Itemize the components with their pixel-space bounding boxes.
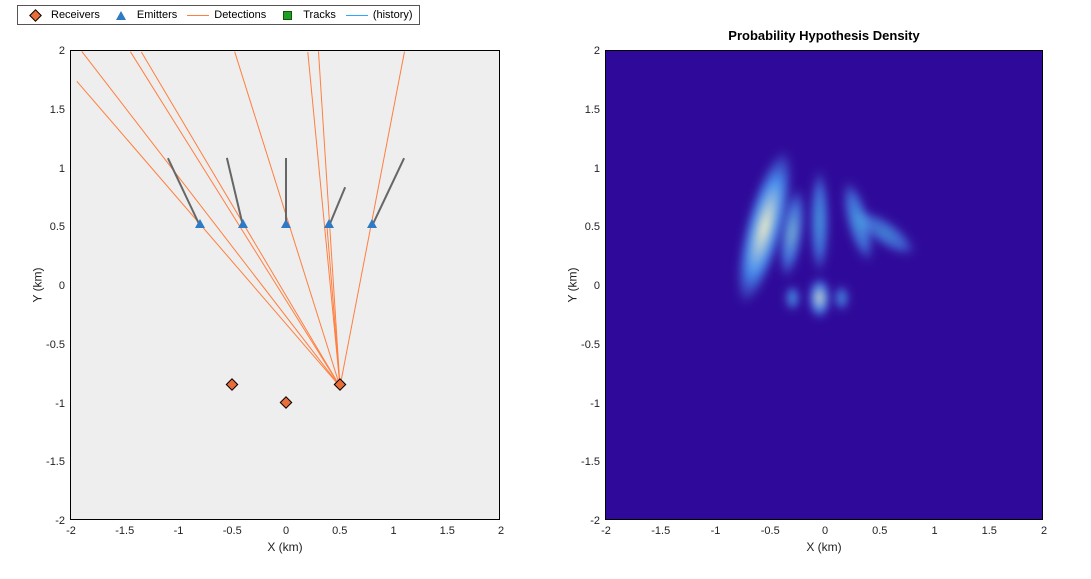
y-tick: 1.5	[585, 104, 600, 116]
x-tick: 1	[931, 525, 937, 537]
receiver-marker	[282, 398, 291, 410]
legend-item-history: (history)	[346, 8, 413, 22]
y-tick: -1	[590, 398, 600, 410]
scene-plot-area	[71, 51, 499, 519]
y-tick: 1.5	[50, 104, 65, 116]
y-tick: -2	[55, 515, 65, 527]
x-tick: 0.5	[332, 525, 347, 537]
y-tick: -0.5	[581, 339, 600, 351]
detection-ray	[81, 51, 340, 386]
figure: Receivers Emitters Detections Tracks (hi…	[0, 0, 1091, 579]
legend: Receivers Emitters Detections Tracks (hi…	[17, 5, 420, 25]
y-axis-label: Y (km)	[566, 267, 580, 302]
x-axis-label: X (km)	[605, 540, 1043, 554]
y-tick: 1	[59, 163, 65, 175]
velocity-stick	[226, 158, 244, 227]
x-tick: 1.5	[440, 525, 455, 537]
x-tick: 0	[283, 525, 289, 537]
emitter-marker	[281, 219, 291, 231]
x-tick: -0.5	[761, 525, 780, 537]
phd-title: Probability Hypothesis Density	[605, 28, 1043, 43]
y-tick: 0.5	[585, 221, 600, 233]
phd-peak	[782, 281, 803, 315]
line-icon	[187, 8, 209, 22]
detection-ray	[76, 81, 340, 387]
y-tick: -2	[590, 515, 600, 527]
line-icon	[346, 8, 368, 22]
y-tick: -1.5	[581, 456, 600, 468]
x-tick: -1.5	[115, 525, 134, 537]
x-tick: -1	[174, 525, 184, 537]
x-tick: -1	[711, 525, 721, 537]
x-tick: -2	[66, 525, 76, 537]
receiver-marker	[228, 380, 237, 392]
detection-ray	[130, 51, 340, 386]
y-tick: -1	[55, 398, 65, 410]
y-tick: 1	[594, 163, 600, 175]
legend-label: Emitters	[137, 9, 177, 21]
diamond-icon	[24, 8, 46, 22]
legend-item-tracks: Tracks	[276, 8, 336, 22]
x-axis-label: X (km)	[70, 540, 500, 554]
x-tick: 2	[498, 525, 504, 537]
x-tick: 1.5	[982, 525, 997, 537]
y-axis-label: Y (km)	[31, 267, 45, 302]
phd-axes[interactable]: -2-1.5-1-0.500.511.52-2-1.5-1-0.500.511.…	[605, 50, 1043, 520]
legend-label: (history)	[373, 9, 413, 21]
square-icon	[276, 8, 298, 22]
legend-label: Detections	[214, 9, 266, 21]
phd-peak	[831, 281, 852, 315]
y-tick: -1.5	[46, 456, 65, 468]
x-tick: 1	[390, 525, 396, 537]
legend-item-detections: Detections	[187, 8, 266, 22]
y-tick: 0.5	[50, 221, 65, 233]
y-tick: 2	[594, 45, 600, 57]
x-tick: -0.5	[223, 525, 242, 537]
x-tick: -2	[601, 525, 611, 537]
legend-label: Tracks	[303, 9, 336, 21]
y-tick: 0	[594, 280, 600, 292]
emitter-marker	[367, 219, 377, 231]
receiver-marker	[335, 380, 344, 392]
legend-label: Receivers	[51, 9, 100, 21]
x-tick: 0	[822, 525, 828, 537]
emitter-marker	[324, 219, 334, 231]
emitter-marker	[238, 219, 248, 231]
x-tick: -1.5	[651, 525, 670, 537]
y-tick: -0.5	[46, 339, 65, 351]
velocity-stick	[285, 158, 287, 226]
emitter-marker	[195, 219, 205, 231]
x-tick: 2	[1041, 525, 1047, 537]
x-tick: 0.5	[872, 525, 887, 537]
triangle-icon	[110, 8, 132, 22]
legend-item-receivers: Receivers	[24, 8, 100, 22]
legend-item-emitters: Emitters	[110, 8, 177, 22]
y-tick: 2	[59, 45, 65, 57]
scene-axes[interactable]: -2-1.5-1-0.500.511.52-2-1.5-1-0.500.511.…	[70, 50, 500, 520]
y-tick: 0	[59, 280, 65, 292]
